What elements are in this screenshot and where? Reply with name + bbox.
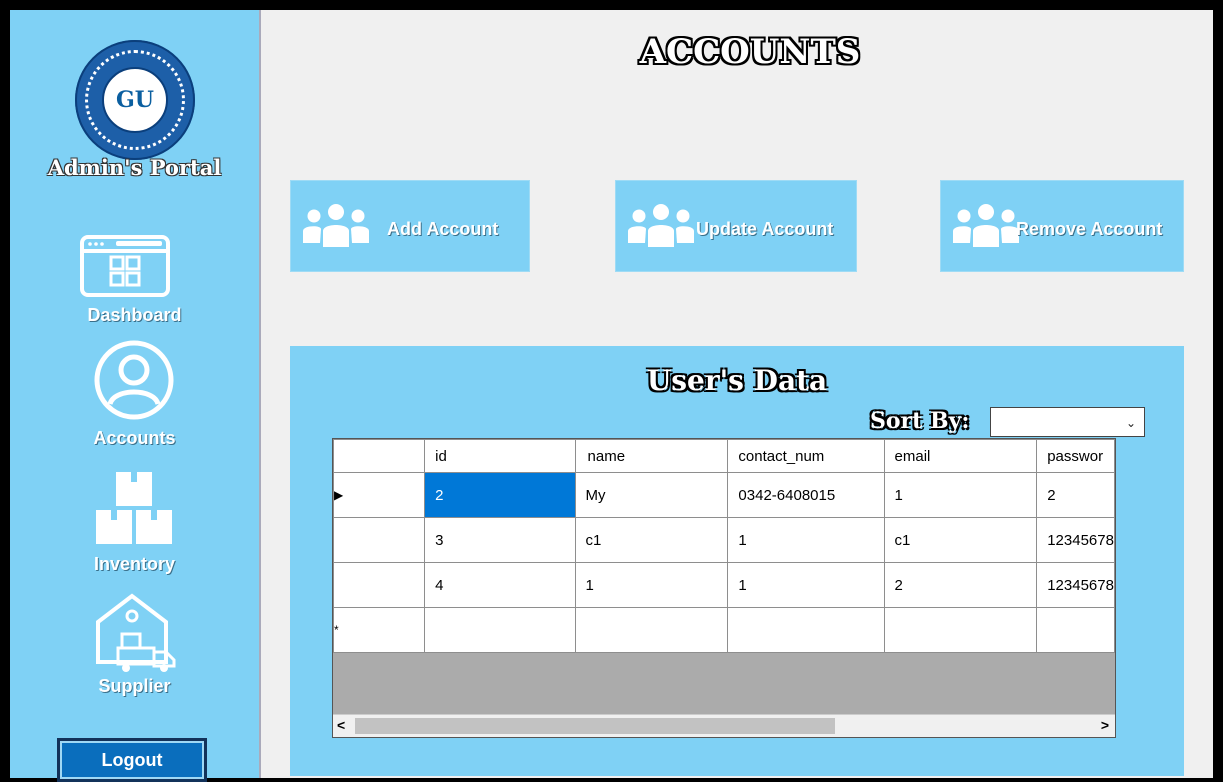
users-group-icon: [628, 204, 694, 247]
row-selector[interactable]: *: [333, 607, 426, 653]
sort-by-dropdown[interactable]: ⌄: [990, 407, 1145, 437]
remove-account-button[interactable]: Remove Account: [940, 180, 1184, 272]
column-header[interactable]: passwor: [1036, 439, 1115, 473]
table-cell[interactable]: My: [574, 472, 729, 518]
table-cell[interactable]: 1: [727, 562, 885, 608]
warehouse-truck-icon: [96, 593, 176, 672]
sidebar-item-label: Accounts: [93, 428, 176, 448]
university-logo: GU: [75, 40, 195, 160]
column-header[interactable]: contact_num: [727, 439, 885, 473]
row-selector[interactable]: [333, 517, 426, 563]
add-account-button[interactable]: Add Account: [290, 180, 530, 272]
table-cell[interactable]: c1: [883, 517, 1038, 563]
table-cell[interactable]: 1: [883, 472, 1038, 518]
sidebar-item-dashboard[interactable]: Dashboard: [10, 235, 259, 330]
dashboard-window-icon: [80, 235, 170, 297]
table-cell[interactable]: [424, 607, 576, 653]
scroll-left-icon[interactable]: <: [337, 717, 345, 733]
sort-by-label: Sort By:: [870, 408, 970, 434]
users-table: id name contact_num email passwor ▶ 2 My…: [333, 439, 1115, 653]
column-header[interactable]: email: [883, 439, 1038, 473]
table-row[interactable]: 4 1 1 2 12345678: [333, 562, 1115, 608]
table-cell[interactable]: 1: [727, 517, 885, 563]
user-circle-icon: [94, 340, 174, 420]
chevron-down-icon: ⌄: [1125, 416, 1136, 430]
table-cell[interactable]: c1: [574, 517, 729, 563]
users-group-icon: [953, 204, 1019, 247]
sidebar-item-accounts[interactable]: Accounts: [10, 340, 259, 452]
column-header[interactable]: name: [574, 439, 729, 473]
scroll-right-icon[interactable]: >: [1101, 717, 1109, 733]
table-cell[interactable]: 0342-6408015: [727, 472, 885, 518]
update-account-button[interactable]: Update Account: [615, 180, 857, 272]
button-label: Remove Account: [1016, 219, 1163, 239]
table-cell[interactable]: [883, 607, 1038, 653]
page-title: ACCOUNTS: [639, 32, 861, 72]
table-cell[interactable]: 4: [424, 562, 576, 608]
table-cell[interactable]: 2: [883, 562, 1038, 608]
table-cell[interactable]: [727, 607, 885, 653]
button-label: Add Account: [387, 219, 499, 239]
panel-title: User's Data: [646, 364, 828, 397]
sidebar-item-label: Supplier: [98, 676, 171, 696]
users-data-panel: User's Data Sort By: ⌄ id name contact_n…: [290, 346, 1184, 776]
row-selector[interactable]: [333, 562, 426, 608]
table-cell[interactable]: [574, 607, 729, 653]
column-header[interactable]: id: [424, 439, 576, 473]
row-header-corner: [333, 439, 426, 473]
table-row[interactable]: ▶ 2 My 0342-6408015 1 2: [333, 472, 1115, 518]
logo-text: GU: [102, 67, 168, 133]
table-cell[interactable]: [1036, 607, 1115, 653]
table-row-new[interactable]: *: [333, 607, 1115, 653]
logout-button[interactable]: Logout: [57, 738, 207, 782]
table-cell[interactable]: 3: [424, 517, 576, 563]
table-row[interactable]: 3 c1 1 c1 12345678: [333, 517, 1115, 563]
row-selector[interactable]: ▶: [333, 472, 426, 518]
table-cell[interactable]: 2: [1036, 472, 1115, 518]
table-cell[interactable]: 1: [574, 562, 729, 608]
sidebar-item-label: Inventory: [93, 554, 176, 574]
portal-title: Admin's Portal: [47, 155, 222, 180]
table-header-row: id name contact_num email passwor: [333, 439, 1115, 473]
sidebar-item-supplier[interactable]: Supplier: [10, 592, 259, 700]
button-label: Update Account: [696, 219, 834, 239]
users-data-grid[interactable]: id name contact_num email passwor ▶ 2 My…: [332, 438, 1116, 738]
table-cell[interactable]: 12345678: [1036, 562, 1115, 608]
table-cell[interactable]: 12345678: [1036, 517, 1115, 563]
table-cell[interactable]: 2: [424, 472, 576, 518]
sidebar-item-label: Dashboard: [87, 305, 182, 325]
users-group-icon: [303, 204, 369, 247]
sidebar: GU Admin's Portal Dashboard Accounts Inv…: [10, 10, 261, 782]
scrollbar-thumb[interactable]: [355, 718, 835, 734]
sidebar-item-inventory[interactable]: Inventory: [10, 470, 259, 580]
boxes-icon: [96, 472, 172, 544]
horizontal-scrollbar[interactable]: < >: [333, 714, 1115, 737]
